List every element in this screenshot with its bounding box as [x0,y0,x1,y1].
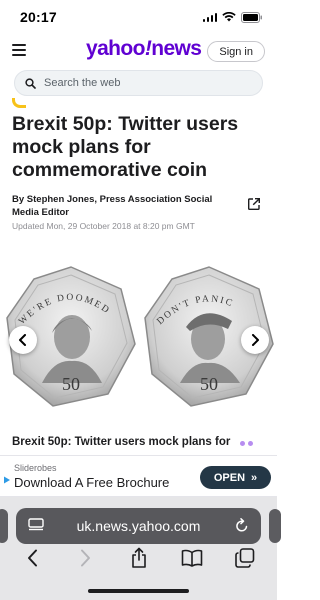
ad-open-button[interactable]: OPEN » [200,466,271,489]
coin-inscriptions: WE'RE DOOMED DON'T PANIC [17,293,235,327]
status-time: 20:17 [20,9,57,25]
article-dateline: Updated Mon, 29 October 2018 at 8:20 pm … [12,221,195,231]
hamburger-menu-icon[interactable] [12,44,26,56]
share-icon[interactable] [244,194,264,214]
back-button[interactable] [20,547,46,569]
browser-bottom-bar: uk.news.yahoo.com [0,497,281,600]
search-icon [25,77,36,89]
share-button[interactable] [126,547,152,569]
chevron-right-icon [252,334,259,346]
ad-open-label: OPEN [213,471,246,484]
ad-headline[interactable]: Download A Free Brochure [14,475,169,490]
cellular-signal-icon [202,12,217,22]
reload-icon[interactable] [235,518,249,533]
chevron-left-icon [19,334,26,346]
caption-dots-indicator [240,441,253,446]
site-header: yahoo!news Sign in [0,34,277,68]
previous-tab-edge[interactable] [0,509,8,543]
chevron-right-icon [81,549,90,567]
coin-right-inscription: DON'T PANIC [155,294,235,327]
battery-icon [241,11,263,23]
section-accent-mark [12,98,26,108]
article-title: Brexit 50p: Twitter users mock plans for… [12,113,239,181]
reader-mode-icon[interactable] [28,518,44,532]
tabs-icon [234,548,254,568]
search-input[interactable]: Search the web [14,70,263,96]
status-bar: 20:17 [0,0,277,34]
yahoo-news-logo[interactable]: yahoo!news [86,37,202,61]
status-icons [202,11,264,23]
browser-toolbar [0,547,277,569]
double-chevron-right-icon: » [251,471,258,484]
forward-button[interactable] [73,547,99,569]
bookmarks-button[interactable] [179,547,205,569]
home-indicator[interactable] [88,589,189,593]
share-icon [131,547,146,568]
address-bar[interactable]: uk.news.yahoo.com [16,508,261,544]
article-image-carousel: 50 50 WE'RE DOOMED DON'T PANIC [0,263,277,415]
carousel-next-button[interactable] [241,326,269,354]
carousel-previous-button[interactable] [9,326,37,354]
chevron-left-icon [28,549,37,567]
next-tab-edge[interactable] [269,509,281,543]
tabs-button[interactable] [232,547,258,569]
search-placeholder: Search the web [44,77,121,89]
ad-banner[interactable]: Sliderobes Download A Free Brochure OPEN… [0,455,277,497]
book-icon [181,549,202,567]
wifi-icon [222,12,236,22]
image-caption: Brexit 50p: Twitter users mock plans for [12,436,231,448]
sign-in-button[interactable]: Sign in [207,41,265,62]
ad-choices-icon[interactable] [3,476,11,484]
address-bar-url: uk.news.yahoo.com [76,518,201,534]
article-byline: By Stephen Jones, Press Association Soci… [12,194,213,218]
coin-left-inscription: WE'RE DOOMED [17,293,112,327]
ad-advertiser: Sliderobes [14,463,57,473]
